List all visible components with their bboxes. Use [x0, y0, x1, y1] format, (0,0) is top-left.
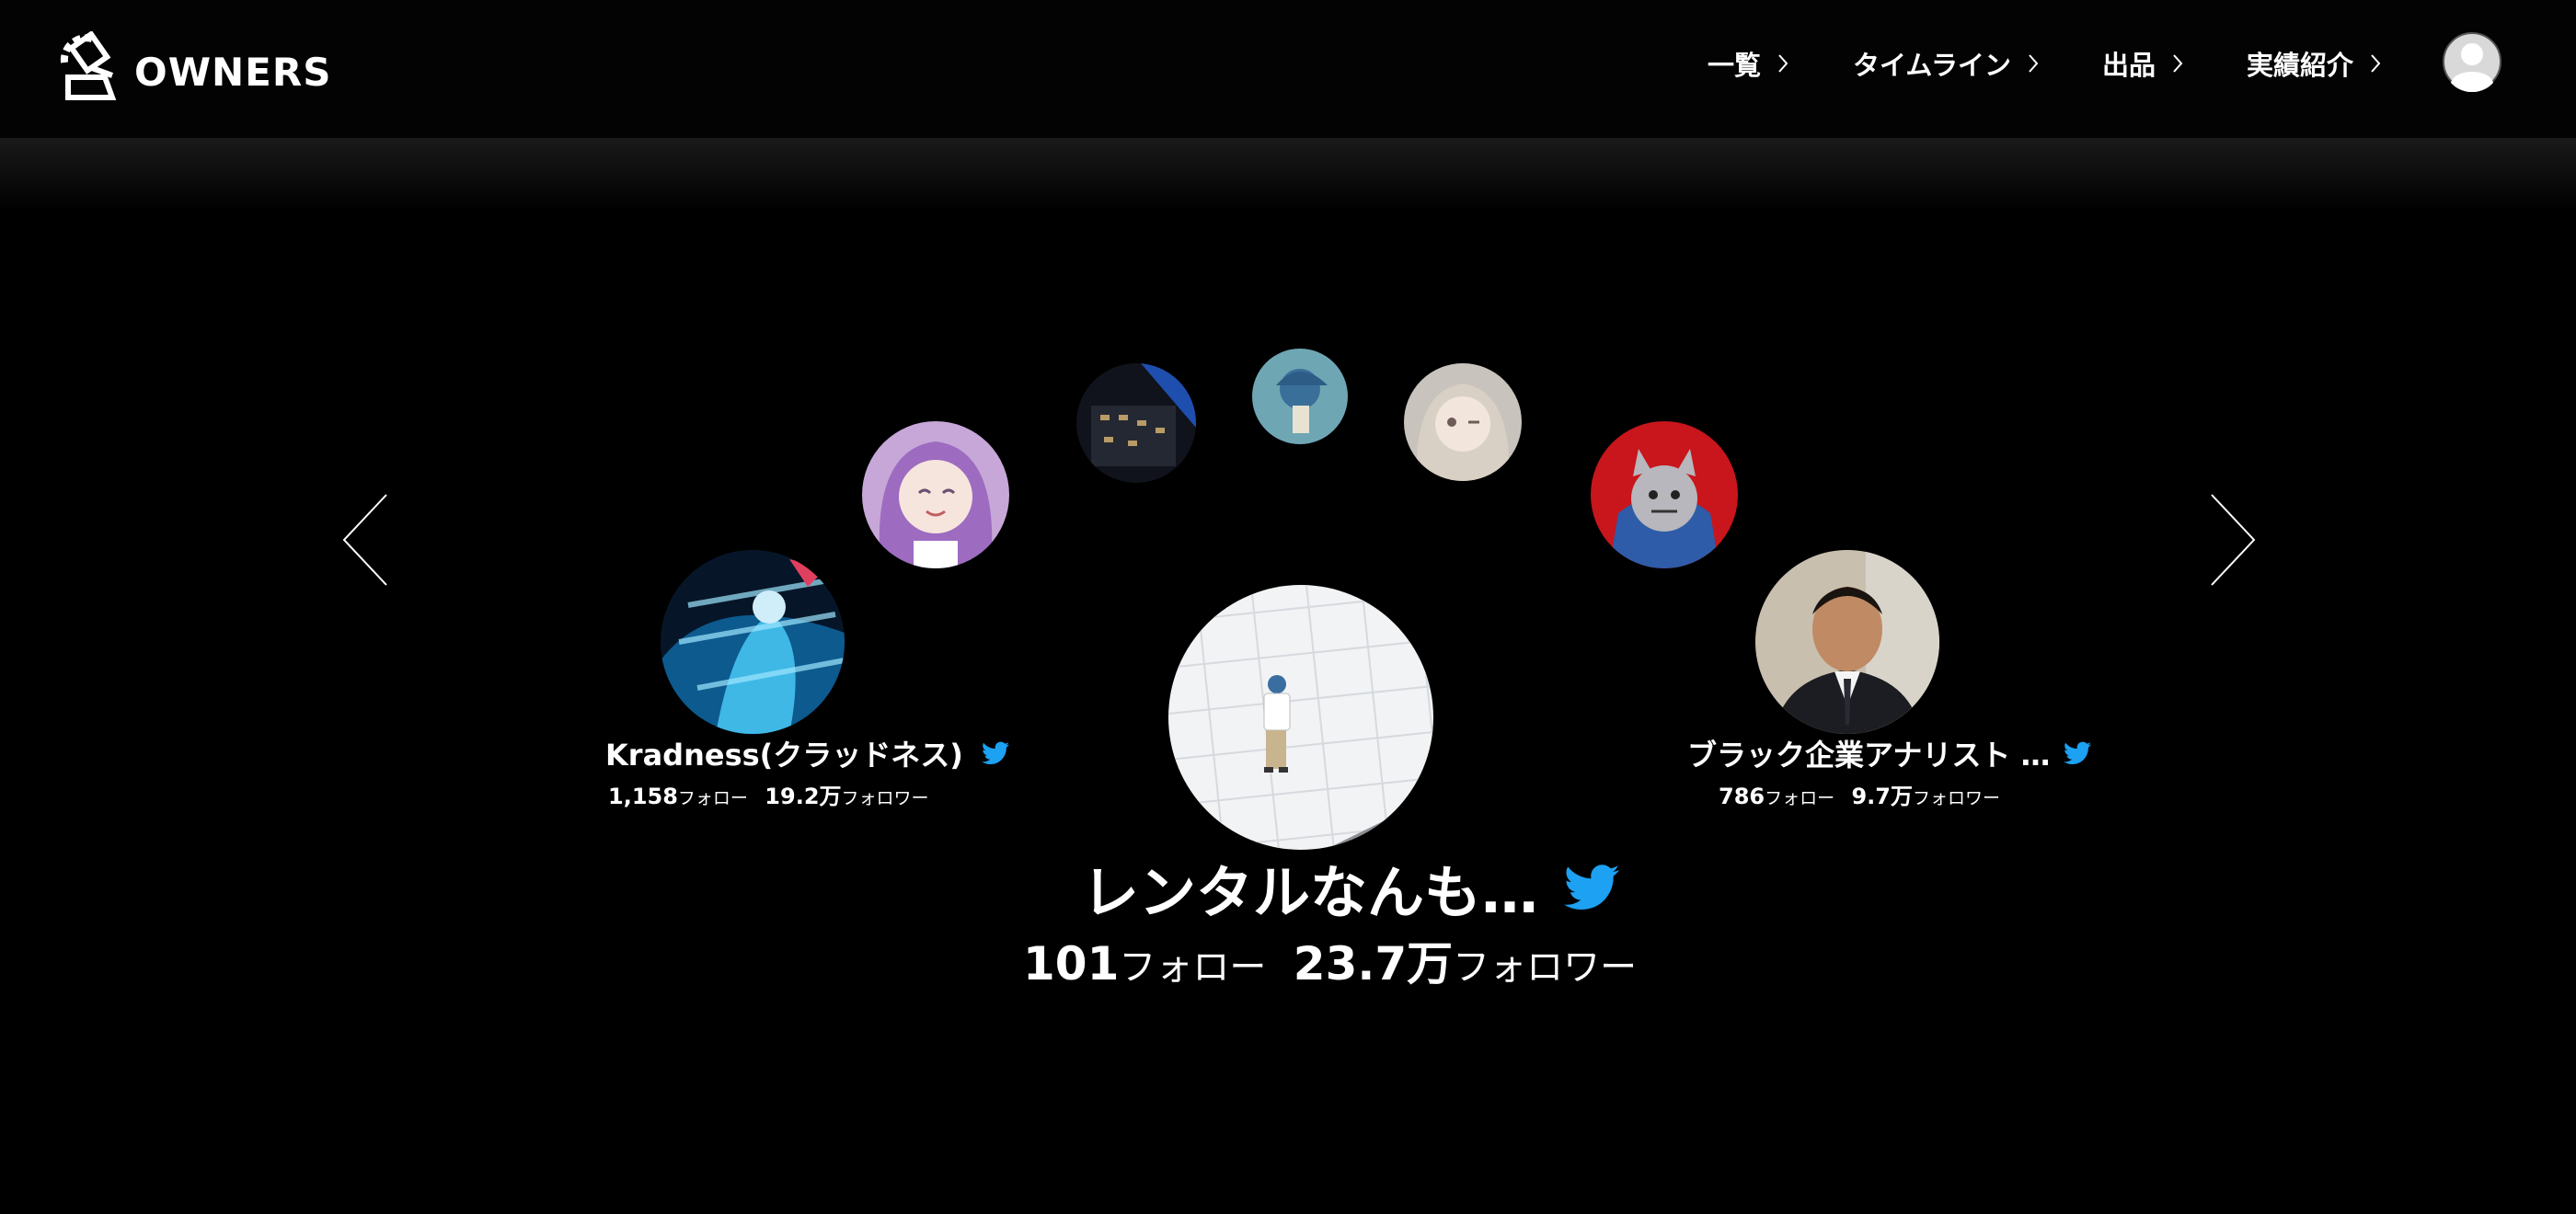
profile-name: Kradness(クラッドネス)	[605, 738, 963, 773]
kradness-stats: 1,158フォロー 19.2万フォロワー	[608, 778, 929, 810]
profile-image	[1252, 349, 1348, 444]
nav-item-label: タイムライン	[1853, 50, 2011, 81]
chevron-right-icon	[2173, 54, 2183, 73]
profile-image	[1168, 585, 1433, 850]
twitter-icon[interactable]	[2063, 741, 2091, 765]
profile-image	[1591, 421, 1738, 568]
owners-logo-icon	[60, 31, 117, 100]
owners-logo[interactable]: OWNERS	[52, 31, 331, 103]
kradness-avatar[interactable]	[661, 550, 845, 734]
follow-count: 1,158	[608, 784, 678, 809]
nav-item-achievements[interactable]: 実績紹介	[2247, 44, 2381, 83]
chevron-right-icon	[2029, 54, 2039, 73]
chevron-right-icon	[1778, 54, 1788, 73]
black-company-analyst-stats: 786フォロー 9.7万フォロワー	[1719, 778, 2000, 810]
profile-image	[1076, 363, 1196, 483]
follower-count: 9.7万	[1851, 784, 1913, 809]
follower-unit: フォロワー	[1453, 946, 1638, 989]
nav-item-listing[interactable]: 出品	[2102, 44, 2183, 83]
profile-avatar-circle[interactable]	[1404, 363, 1522, 481]
profile-avatar-circle[interactable]	[862, 421, 1009, 568]
chevron-right-icon	[2371, 54, 2381, 73]
twitter-icon[interactable]	[1564, 864, 1620, 911]
profile-image	[862, 421, 1009, 568]
profile-name: レンタルなんも…	[1082, 859, 1539, 926]
profile-avatar-circle[interactable]	[1076, 363, 1196, 483]
black-company-analyst-name-row: ブラック企業アナリスト …	[1687, 732, 2091, 774]
carousel-prev-arrow-icon[interactable]	[340, 493, 390, 587]
header-shadow	[0, 138, 2576, 212]
site-header: OWNERS 一覧 タイムライン 出品 実績紹介	[0, 0, 2576, 138]
nav-item-label: 一覧	[1708, 50, 1762, 81]
follow-count: 101	[1023, 937, 1120, 991]
profile-image	[1755, 550, 1939, 734]
follow-count: 786	[1719, 784, 1765, 809]
rental-nanmo-name-row: レンタルなんも…	[1082, 846, 1620, 929]
follower-unit: フォロワー	[1913, 788, 2001, 808]
nav-item-timeline[interactable]: タイムライン	[1853, 44, 2039, 83]
rental-nanmo-avatar[interactable]	[1168, 585, 1433, 850]
carousel-next-arrow-icon[interactable]	[2208, 493, 2258, 587]
logo-text: OWNERS	[134, 49, 332, 95]
profile-image	[1404, 363, 1522, 481]
kradness-name-row: Kradness(クラッドネス)	[605, 732, 1009, 774]
user-avatar-icon[interactable]	[2442, 31, 2502, 92]
profile-avatar-circle[interactable]	[1591, 421, 1738, 568]
profile-avatar-circle[interactable]	[1252, 349, 1348, 444]
rental-nanmo-stats: 101フォロー 23.7万フォロワー	[1023, 927, 1637, 993]
follow-unit: フォロー	[677, 788, 748, 808]
follower-unit: フォロワー	[841, 788, 929, 808]
nav-item-label: 出品	[2102, 50, 2156, 81]
profile-image	[661, 550, 845, 734]
follower-count: 23.7万	[1293, 937, 1454, 991]
follow-unit: フォロー	[1119, 946, 1267, 989]
nav-item-list[interactable]: 一覧	[1708, 44, 1788, 83]
follower-count: 19.2万	[765, 784, 842, 809]
black-company-analyst-avatar[interactable]	[1755, 550, 1939, 734]
follow-unit: フォロー	[1765, 788, 1835, 808]
profile-name: ブラック企業アナリスト …	[1687, 738, 2051, 773]
twitter-icon[interactable]	[981, 741, 1009, 765]
nav-item-label: 実績紹介	[2247, 50, 2354, 81]
